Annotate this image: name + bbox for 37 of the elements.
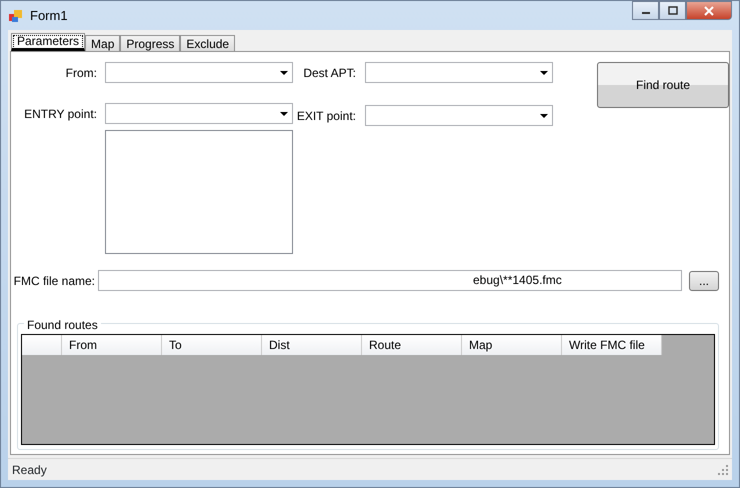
column-header[interactable]: Write FMC file [562, 335, 662, 355]
fmc-file-name-field[interactable]: ebug\**1405.fmc [98, 270, 682, 291]
dest-apt-combobox[interactable] [365, 62, 553, 83]
app-icon [8, 8, 24, 24]
column-header[interactable]: To [162, 335, 262, 355]
browse-button[interactable]: ... [689, 270, 719, 290]
dest-apt-label: Dest APT: [303, 64, 356, 82]
tab[interactable]: Parameters [11, 33, 86, 51]
maximize-button[interactable] [659, 1, 686, 20]
from-combobox[interactable] [105, 62, 293, 83]
row-header-corner [22, 335, 62, 355]
find-route-button[interactable]: Find route [597, 62, 729, 108]
column-header[interactable]: Route [362, 335, 462, 355]
from-label: From: [66, 64, 97, 82]
list-box[interactable] [105, 130, 293, 254]
tab[interactable]: Exclude [180, 35, 236, 51]
exit-point-combobox[interactable] [365, 105, 553, 126]
tab[interactable]: Progress [120, 35, 180, 51]
resize-grip-icon [718, 464, 728, 474]
entry-point-combobox[interactable] [105, 103, 293, 124]
minimize-button[interactable] [632, 1, 659, 20]
close-button[interactable] [686, 1, 732, 20]
dropdown-arrow-icon [540, 114, 548, 118]
close-icon [703, 6, 715, 16]
dropdown-arrow-icon [280, 70, 288, 74]
dropdown-arrow-icon [540, 70, 548, 74]
window-title: Form1 [30, 6, 68, 25]
status-text: Ready [12, 462, 47, 478]
entry-point-label: ENTRY point: [24, 106, 97, 122]
maximize-icon [668, 6, 678, 15]
tab[interactable]: Map [85, 35, 120, 51]
fmc-file-name-label: FMC file name: [12, 272, 95, 290]
column-header[interactable]: Map [462, 335, 562, 355]
column-header[interactable]: From [62, 335, 162, 355]
exit-point-label: EXIT point: [296, 108, 356, 124]
column-header[interactable]: Dist [262, 335, 362, 355]
dropdown-arrow-icon [280, 112, 288, 116]
